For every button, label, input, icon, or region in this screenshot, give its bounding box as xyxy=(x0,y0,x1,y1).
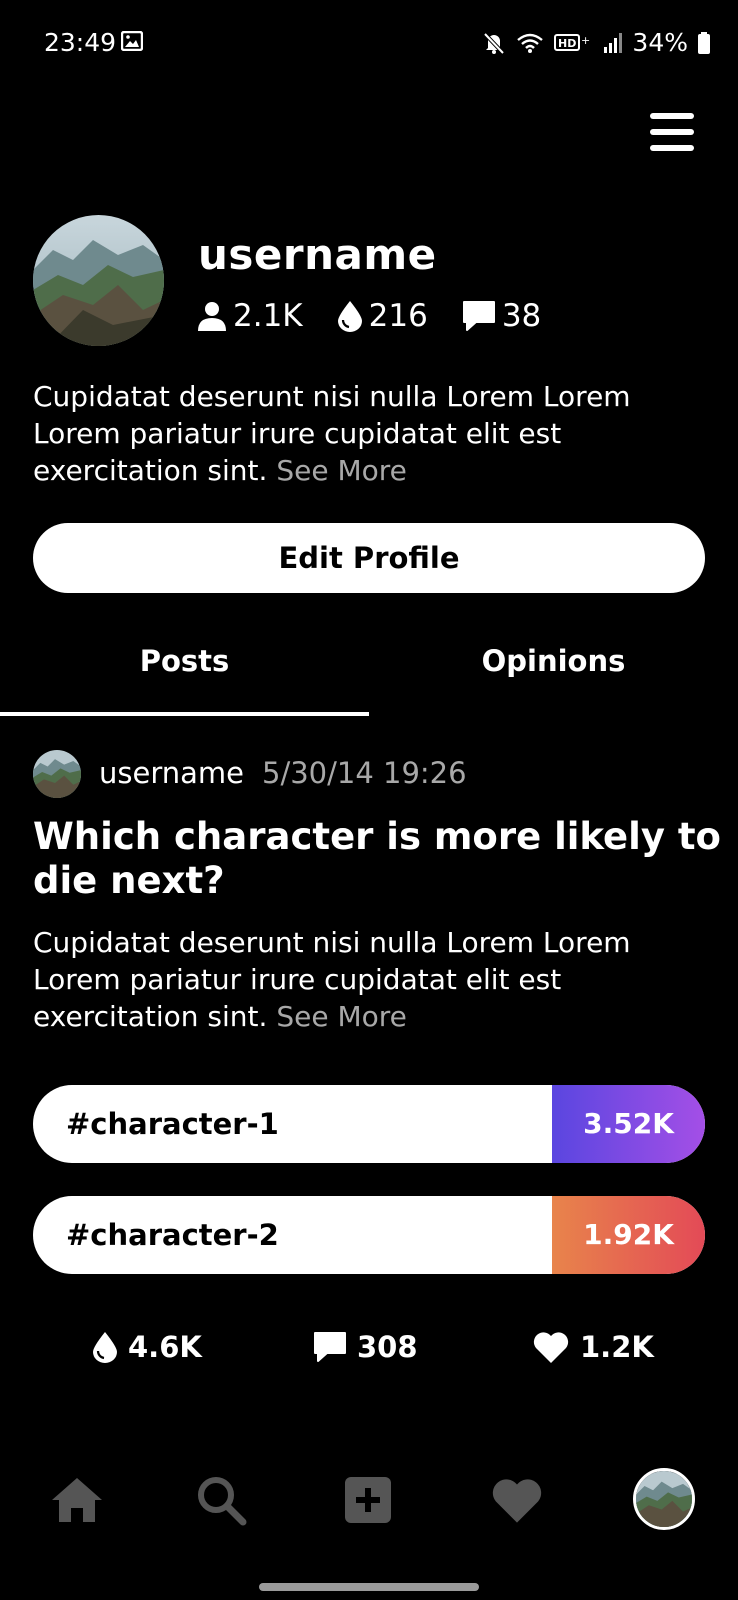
status-icons: HD + 34% xyxy=(482,28,710,57)
drops-count: 216 xyxy=(368,298,428,334)
home-icon xyxy=(52,1478,102,1522)
post-drops-count: 4.6K xyxy=(128,1330,202,1364)
comments-count: 38 xyxy=(501,298,542,334)
nav-home[interactable] xyxy=(47,1470,107,1530)
poll-option-label: #character-2 xyxy=(66,1218,279,1252)
user-icon xyxy=(198,302,226,331)
profile-username: username xyxy=(198,230,437,279)
edit-profile-button[interactable]: Edit Profile xyxy=(33,523,705,593)
add-icon xyxy=(345,1477,391,1523)
post-title: Which character is more likely to die ne… xyxy=(33,815,721,902)
status-bar: 23:49 HD + 34% xyxy=(0,0,738,90)
post-comments-button[interactable]: 308 xyxy=(313,1330,418,1364)
tab-posts[interactable]: Posts xyxy=(0,644,369,678)
drop-icon xyxy=(337,301,362,332)
poll-option-label: #character-1 xyxy=(66,1107,279,1141)
nav-profile-avatar[interactable] xyxy=(633,1468,695,1530)
post-actions: 4.6K 308 1.2K xyxy=(0,1330,738,1380)
drops-stat: 216 xyxy=(337,298,428,334)
wifi-icon xyxy=(517,33,544,53)
svg-text:+: + xyxy=(581,34,590,47)
search-icon xyxy=(198,1477,247,1526)
menu-icon[interactable] xyxy=(650,113,696,153)
post-drops-button[interactable]: 4.6K xyxy=(92,1330,202,1364)
battery-icon xyxy=(698,31,710,54)
followers-count: 2.1K xyxy=(233,298,303,334)
poll-option-2[interactable]: #character-2 1.92K xyxy=(33,1196,705,1274)
poll-option-1[interactable]: #character-1 3.52K xyxy=(33,1085,705,1163)
post-like-button[interactable]: 1.2K xyxy=(532,1330,654,1364)
followers-stat: 2.1K xyxy=(197,298,303,334)
post-body: Cupidatat deserunt nisi nulla Lorem Lore… xyxy=(33,924,713,1035)
poll-option-count: 1.92K xyxy=(552,1196,705,1274)
post-comments-count: 308 xyxy=(357,1330,418,1364)
home-indicator[interactable] xyxy=(259,1583,479,1591)
nav-add[interactable] xyxy=(338,1470,398,1530)
post-date: 5/30/14 19:26 xyxy=(262,756,467,790)
bio-see-more-link[interactable]: See More xyxy=(276,454,407,487)
mute-icon xyxy=(483,32,505,54)
post-likes-count: 1.2K xyxy=(580,1330,654,1364)
nav-favorites[interactable] xyxy=(487,1470,547,1530)
post-author-username[interactable]: username xyxy=(99,756,244,790)
heart-icon xyxy=(492,1479,542,1523)
nav-search[interactable] xyxy=(191,1470,251,1530)
comment-icon xyxy=(462,301,495,331)
svg-text:HD: HD xyxy=(558,37,576,50)
gallery-icon xyxy=(121,31,143,51)
comment-icon xyxy=(314,1332,346,1362)
comments-stat: 38 xyxy=(462,298,541,334)
signal-icon xyxy=(604,32,623,53)
hd-plus-icon: HD + xyxy=(554,33,591,51)
status-time: 23:49 xyxy=(44,28,117,57)
poll-option-count: 3.52K xyxy=(552,1085,705,1163)
active-tab-indicator xyxy=(0,712,369,716)
post-author-avatar[interactable] xyxy=(33,750,81,798)
heart-icon xyxy=(533,1332,569,1363)
profile-tabs: Posts Opinions xyxy=(0,628,738,716)
profile-bio: Cupidatat deserunt nisi nulla Lorem Lore… xyxy=(33,378,713,489)
battery-percent: 34% xyxy=(632,28,688,57)
profile-stats: 2.1K 216 38 xyxy=(197,298,575,334)
profile-avatar xyxy=(33,215,164,346)
bottom-nav xyxy=(0,1468,738,1540)
tab-opinions[interactable]: Opinions xyxy=(369,644,738,678)
post-see-more-link[interactable]: See More xyxy=(276,1000,407,1033)
drop-icon xyxy=(93,1332,117,1363)
